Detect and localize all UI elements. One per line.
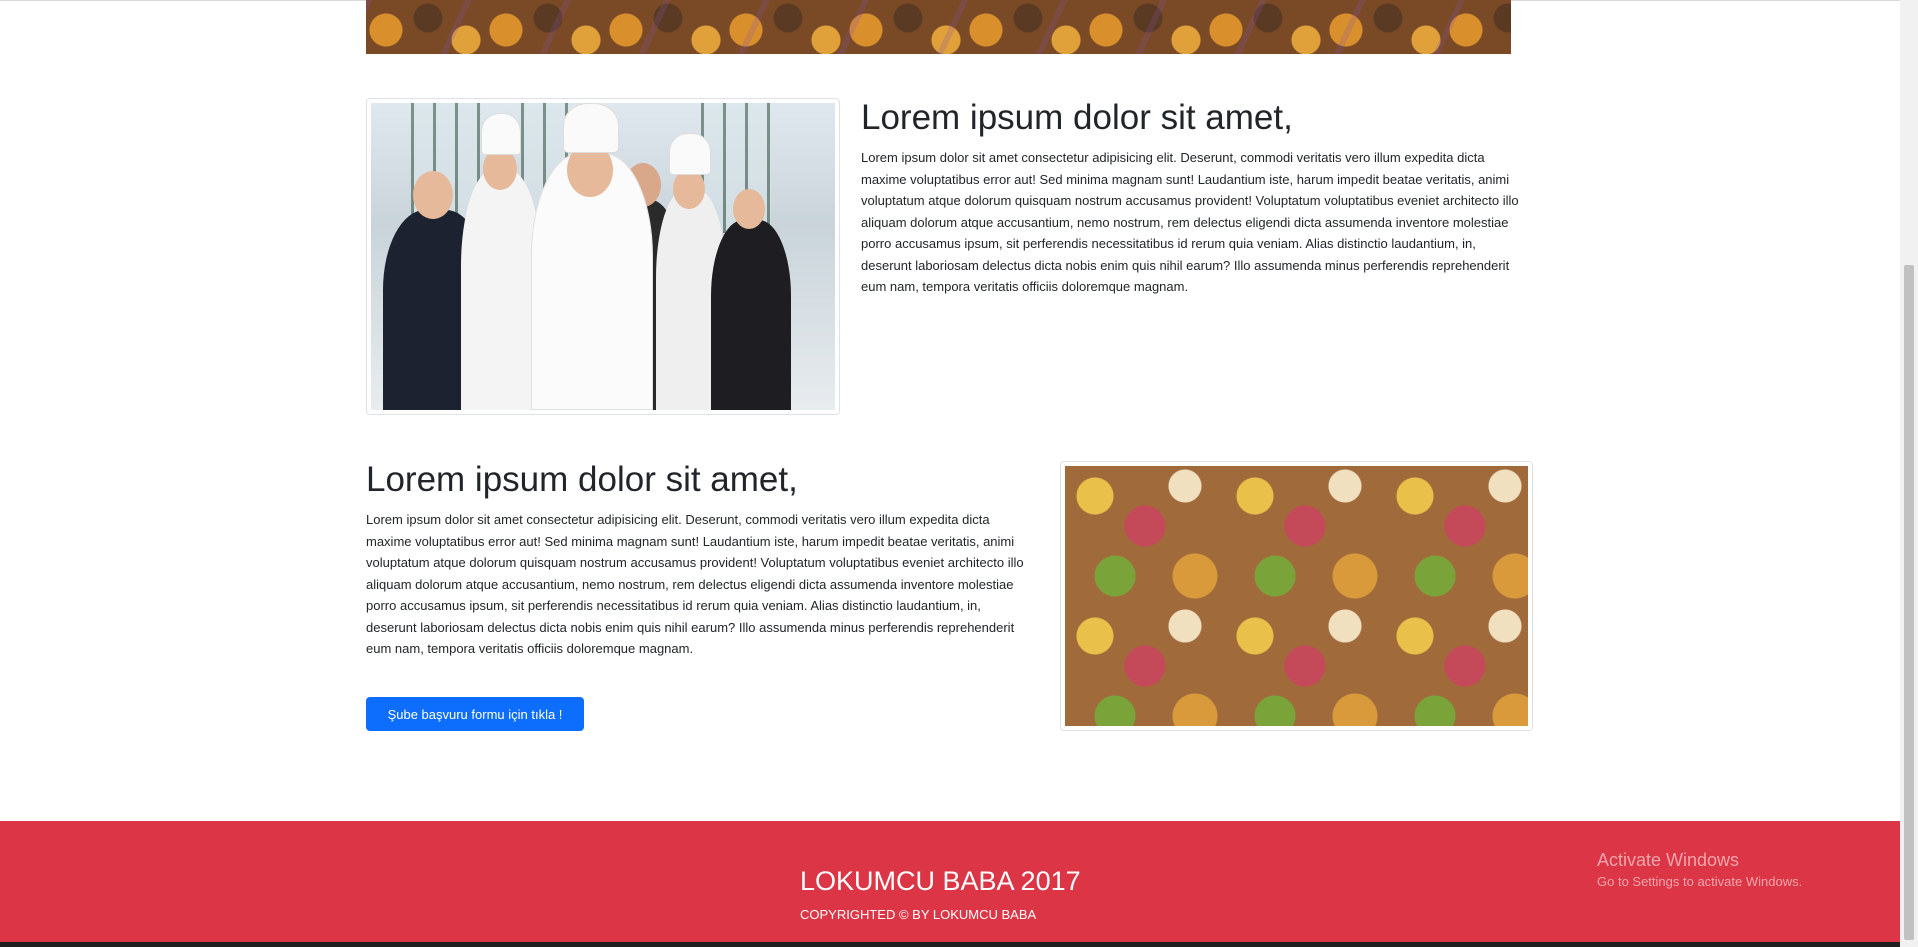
chefs-team-image: [366, 98, 840, 415]
scrollbar-thumb[interactable]: [1904, 265, 1914, 940]
footer-title: LOKUMCU BABA 2017: [800, 866, 1081, 896]
section-2-heading: Lorem ipsum dolor sit amet,: [366, 460, 798, 499]
turkish-delight-image: [1060, 461, 1533, 731]
activate-windows-watermark: Activate Windows Go to Settings to activ…: [1597, 849, 1802, 891]
section-1-text: Lorem ipsum dolor sit amet consectetur a…: [861, 150, 1519, 294]
section-1-heading: Lorem ipsum dolor sit amet,: [861, 98, 1293, 137]
banner-image: [366, 0, 1511, 54]
taskbar-edge: [0, 942, 1900, 947]
footer-copyright: COPYRIGHTED © BY LOKUMCU BABA: [800, 907, 1037, 922]
section-2-text: Lorem ipsum dolor sit amet consectetur a…: [366, 512, 1024, 656]
activate-windows-title: Activate Windows: [1597, 850, 1740, 870]
turkish-delight-photo: [1065, 466, 1528, 726]
activate-windows-subtitle: Go to Settings to activate Windows.: [1597, 874, 1803, 889]
chefs-photo: [371, 103, 835, 410]
branch-application-button[interactable]: Şube başvuru formu için tıkla !: [366, 697, 584, 731]
